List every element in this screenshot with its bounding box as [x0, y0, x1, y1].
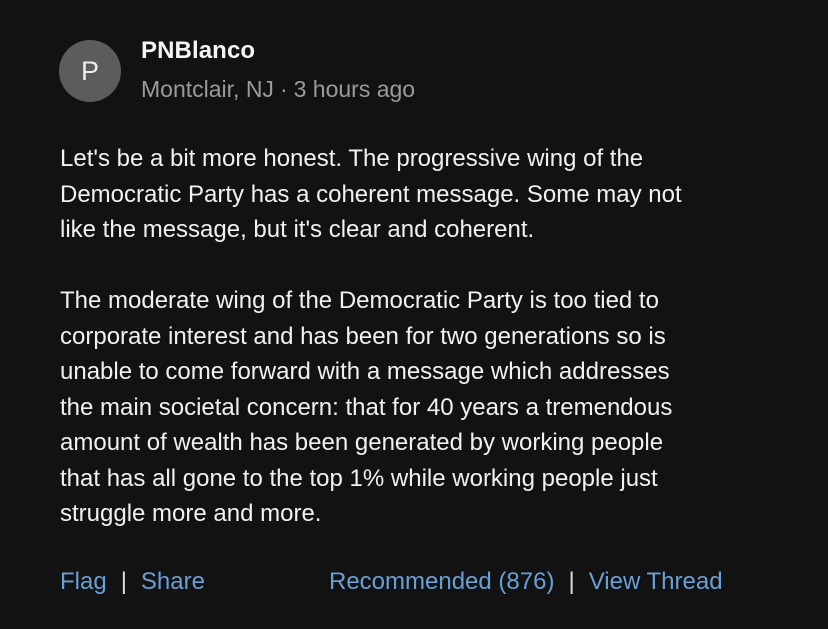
recommended-link[interactable]: Recommended (876) [329, 568, 554, 595]
comment-time: 3 hours ago [293, 76, 416, 102]
view-thread-link[interactable]: View Thread [589, 568, 723, 595]
author-location: Montclair, NJ [141, 76, 274, 102]
comment-actions: Flag | Share Recommended (876) | View Thread [60, 568, 780, 602]
flag-link[interactable]: Flag [60, 568, 107, 595]
action-divider: | [568, 568, 575, 595]
comment-paragraph-2: The moderate wing of the Democratic Part… [60, 287, 673, 527]
comment-body: Let's be a bit more honest. The progress… [60, 141, 780, 532]
comment-meta: Montclair, NJ · 3 hours ago [141, 76, 415, 103]
comment-paragraph-1: Let's be a bit more honest. The progress… [60, 145, 682, 243]
avatar: P [59, 40, 121, 102]
action-divider: | [120, 568, 127, 595]
author-name: PNBlanco [141, 37, 256, 64]
meta-separator: · [279, 76, 288, 102]
comment-card: P PNBlanco Montclair, NJ · 3 hours ago Let… [0, 0, 828, 629]
share-link[interactable]: Share [141, 568, 205, 595]
right-actions: Recommended (876) | View Thread [329, 568, 723, 596]
avatar-initial: P [80, 55, 99, 86]
left-actions: Flag | Share [60, 568, 205, 596]
